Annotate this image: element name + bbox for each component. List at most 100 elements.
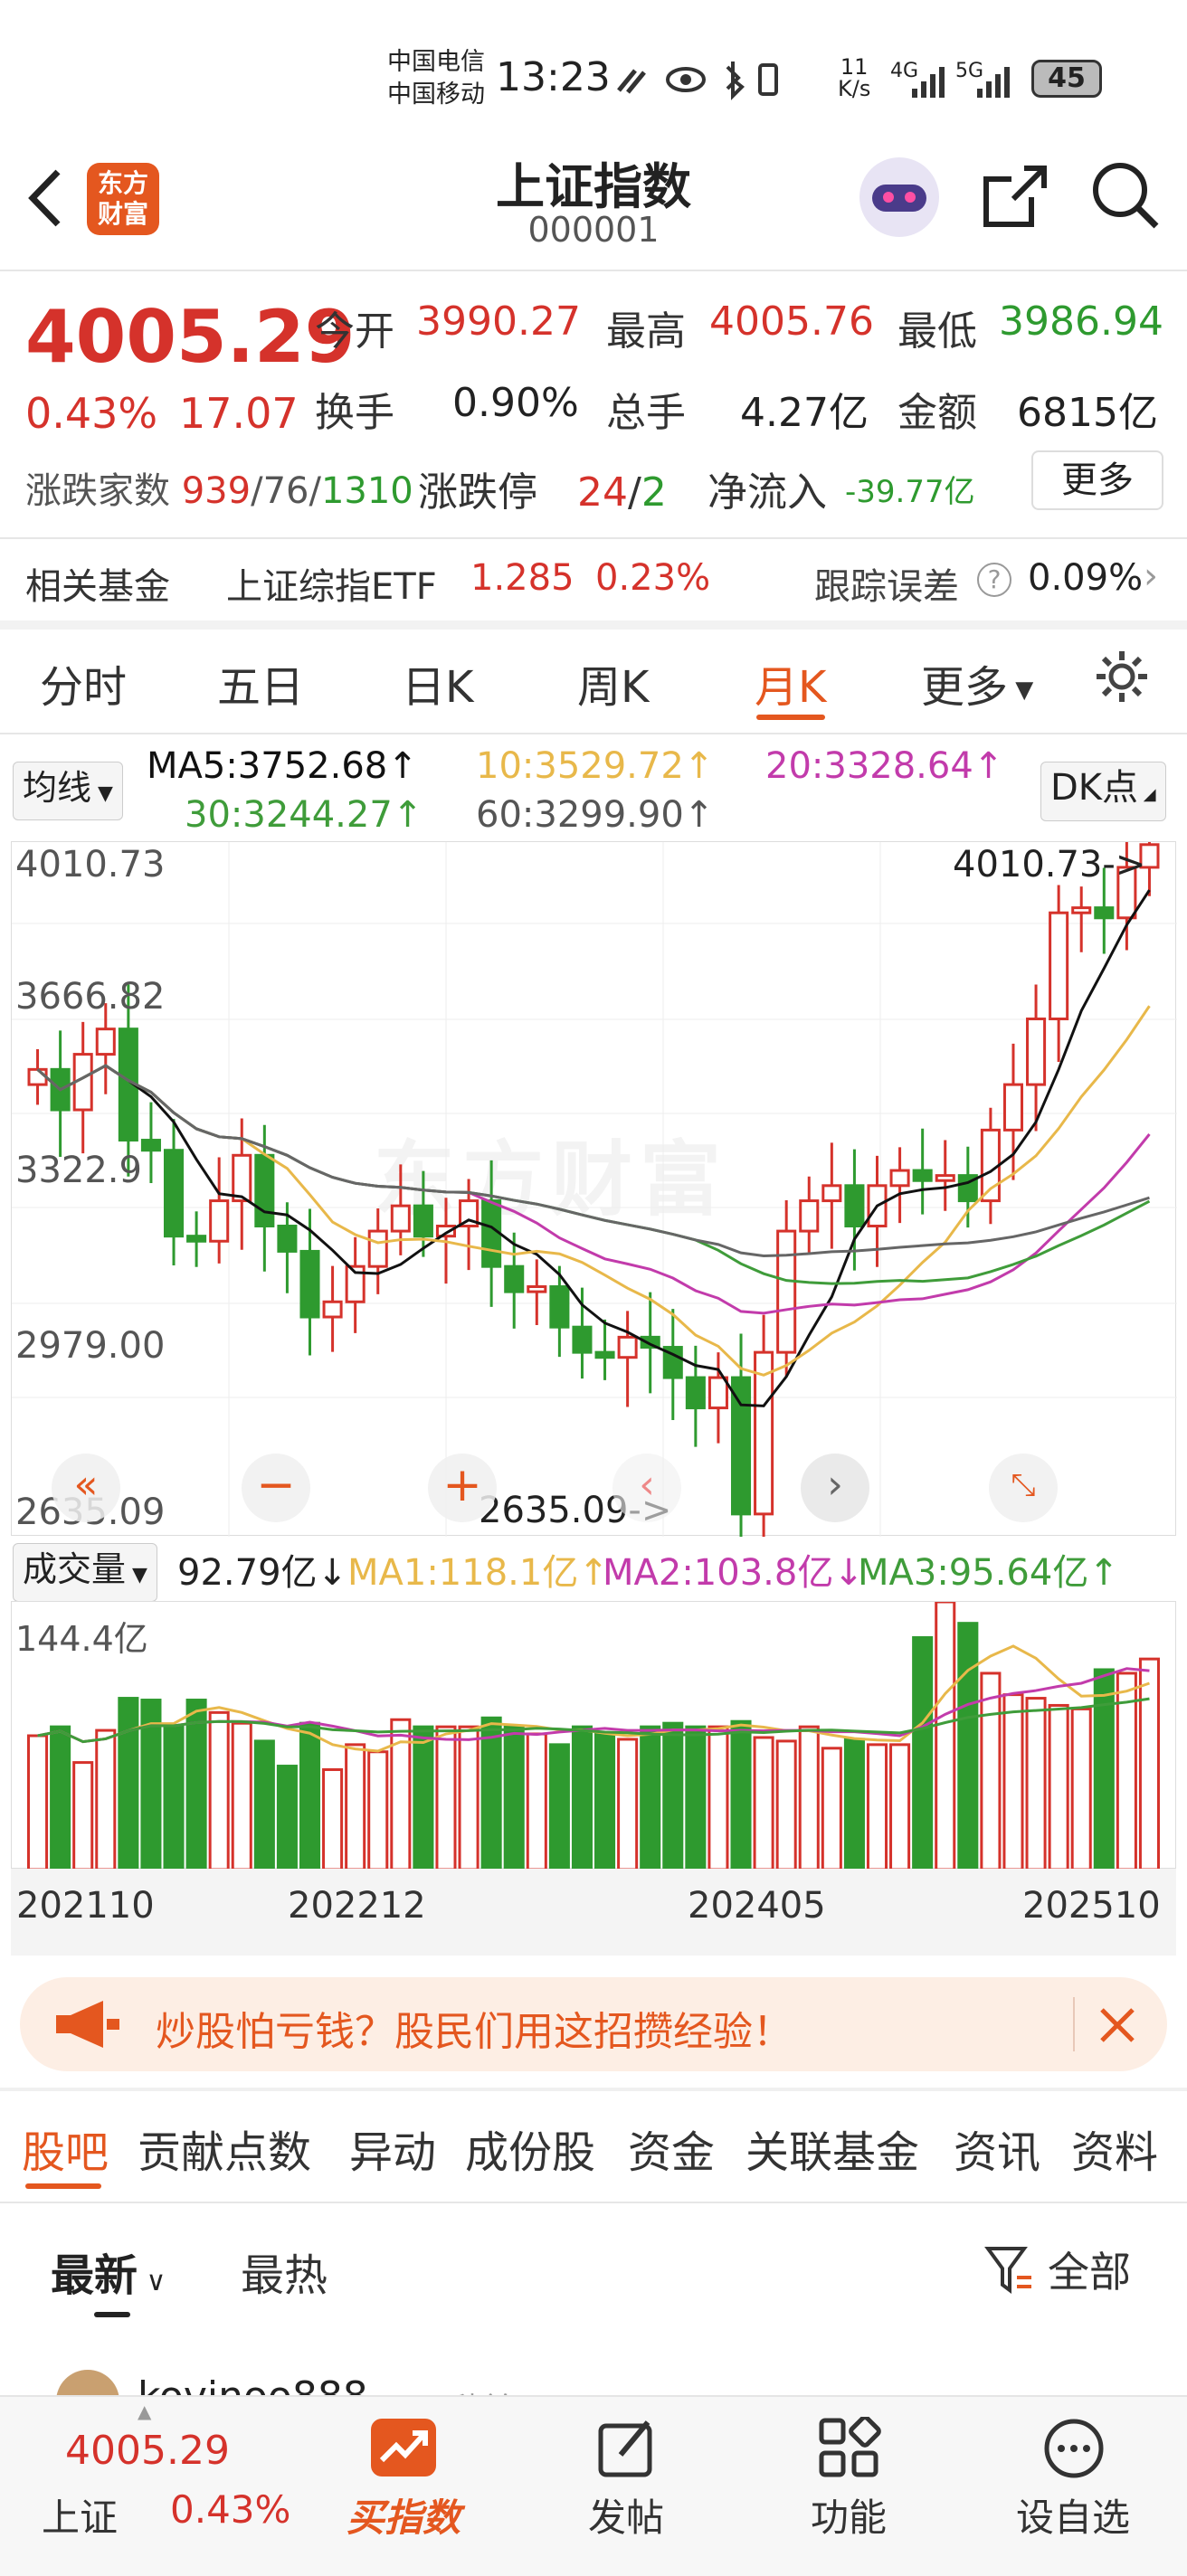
- tab-daily-k[interactable]: 日K: [402, 651, 473, 715]
- volume-bar: [571, 1725, 593, 1870]
- volume-bar: [662, 1721, 684, 1870]
- subtab-movers[interactable]: 异动: [349, 2117, 436, 2180]
- candle: [799, 1176, 820, 1253]
- low-value: 3986.94: [999, 298, 1163, 345]
- bottom-bar: ▲ 4005.29 上证 0.43% 买指数 发帖 功能 设自选: [0, 2395, 1187, 2576]
- subtab-related-funds[interactable]: 关联基金: [745, 2117, 919, 2180]
- volume-bar: [980, 1672, 1002, 1870]
- volume-bar: [685, 1725, 707, 1870]
- candle: [617, 1311, 638, 1407]
- open-value: 3990.27: [416, 298, 581, 345]
- last-price: 4005.29: [25, 295, 356, 379]
- zoom-out-icon[interactable]: −: [242, 1454, 310, 1522]
- next-icon[interactable]: ›: [801, 1454, 869, 1522]
- y-label-top: 4010.73: [15, 844, 166, 886]
- date-label-1: 202110: [16, 1885, 155, 1927]
- candle: [957, 1146, 978, 1228]
- chevron-right-icon[interactable]: ›: [1144, 555, 1158, 597]
- volume-bar: [935, 1602, 956, 1870]
- close-icon[interactable]: [1097, 2004, 1138, 2046]
- filter-indicator: [94, 2312, 130, 2317]
- subtab-contribution[interactable]: 贡献点数: [138, 2117, 311, 2180]
- ma-selector[interactable]: 均线 ▼: [13, 762, 123, 820]
- ma10-legend: 10:3529.72↑: [476, 745, 715, 787]
- candle: [367, 1208, 388, 1294]
- promo-banner[interactable]: 炒股怕亏钱？股民们用这招攒经验！: [20, 1977, 1167, 2071]
- zoom-in-icon[interactable]: +: [428, 1454, 497, 1522]
- candle: [140, 1102, 161, 1184]
- vol-ma3-legend: MA3:95.64亿↑: [858, 1552, 1119, 1594]
- volume-value-legend: 92.79亿↓: [177, 1552, 348, 1594]
- tab-weekly-k[interactable]: 周K: [577, 651, 649, 715]
- low-label: 最低: [897, 308, 977, 355]
- advance-decline-label: 涨跌家数: [25, 470, 170, 512]
- subtab-guba[interactable]: 股吧: [22, 2117, 109, 2180]
- high-label: 最高: [606, 308, 686, 355]
- filter-hot[interactable]: 最热: [241, 2240, 328, 2303]
- candle: [935, 1140, 955, 1211]
- candle: [821, 1142, 842, 1249]
- candle: [27, 1049, 48, 1105]
- subtab-capital[interactable]: 资金: [628, 2117, 715, 2180]
- volume-bar: [458, 1725, 480, 1870]
- volume-chart[interactable]: 144.4亿: [11, 1601, 1176, 1870]
- more-dots-icon: [1044, 2419, 1104, 2478]
- subtab-news[interactable]: 资讯: [954, 2117, 1040, 2180]
- share-icon[interactable]: [979, 161, 1051, 233]
- tab-more[interactable]: 更多 ▼: [921, 651, 1033, 715]
- volume-label: 总手: [606, 390, 686, 436]
- filter-latest[interactable]: 最新 ∨: [51, 2240, 166, 2303]
- volume-bar: [798, 1725, 820, 1870]
- volume-bar: [1138, 1657, 1160, 1870]
- candle: [1049, 885, 1069, 1062]
- volume-bar: [1048, 1703, 1069, 1870]
- volume-bar: [345, 1743, 366, 1870]
- assistant-avatar-icon[interactable]: [859, 157, 939, 237]
- subtab-profile[interactable]: 资料: [1071, 2117, 1158, 2180]
- net-speed: 11 K/s: [838, 54, 871, 101]
- volume-bar: [208, 1710, 230, 1870]
- volume-bar: [866, 1743, 888, 1870]
- volume-bar: [1025, 1697, 1047, 1870]
- kline-chart[interactable]: 东方财富 4010.73 3666.82 3322.9 2979.00 2635…: [11, 841, 1177, 1537]
- volume-bar: [231, 1721, 252, 1870]
- volume-bar: [322, 1767, 344, 1870]
- more-button[interactable]: 更多: [1031, 450, 1163, 510]
- mini-price[interactable]: 4005.29: [65, 2428, 230, 2474]
- y-label-4: 2979.00: [15, 1325, 166, 1367]
- change-points: 17.07: [179, 389, 299, 438]
- change-percent: 0.43%: [25, 389, 158, 438]
- kline-plot: [12, 842, 1177, 1537]
- tab-intraday[interactable]: 分时: [40, 651, 127, 715]
- tracking-error-value: 0.09%: [1028, 557, 1144, 599]
- volume-selector[interactable]: 成交量 ▼: [13, 1543, 157, 1602]
- limit-row: 涨跌停 24/2: [418, 469, 667, 516]
- open-label: 今开: [315, 308, 394, 355]
- dk-points-button[interactable]: DK点 ◢: [1040, 762, 1166, 821]
- search-icon[interactable]: [1089, 159, 1162, 232]
- candle: [685, 1345, 706, 1447]
- status-time: 13:23: [496, 54, 611, 100]
- rewind-icon[interactable]: «: [52, 1454, 120, 1522]
- y-label-3: 3322.9: [15, 1150, 142, 1191]
- settings-gear-icon[interactable]: [1093, 648, 1151, 706]
- tab-monthly-k[interactable]: 月K: [755, 651, 826, 715]
- volume-bar: [957, 1622, 979, 1870]
- candle: [707, 1352, 728, 1444]
- ma60-legend: 60:3299.90↑: [476, 794, 715, 836]
- prev-icon[interactable]: ‹: [612, 1454, 681, 1522]
- filter-icon[interactable]: [984, 2245, 1035, 2296]
- tab-five-day[interactable]: 五日: [217, 651, 304, 715]
- active-tab-indicator: [756, 715, 825, 720]
- subtab-components[interactable]: 成份股: [465, 2117, 595, 2180]
- volume-bar: [594, 1732, 616, 1870]
- help-icon[interactable]: ?: [977, 563, 1011, 597]
- volume-value: 4.27亿: [740, 390, 869, 436]
- turnover-label: 换手: [315, 390, 394, 436]
- volume-bar: [367, 1750, 389, 1870]
- fullscreen-icon[interactable]: ⤡: [989, 1454, 1058, 1522]
- ma20-legend: 20:3328.64↑: [765, 745, 1004, 787]
- volume-bar: [730, 1719, 752, 1870]
- filter-all[interactable]: 全部: [1048, 2240, 1131, 2299]
- volume-bar: [118, 1697, 139, 1870]
